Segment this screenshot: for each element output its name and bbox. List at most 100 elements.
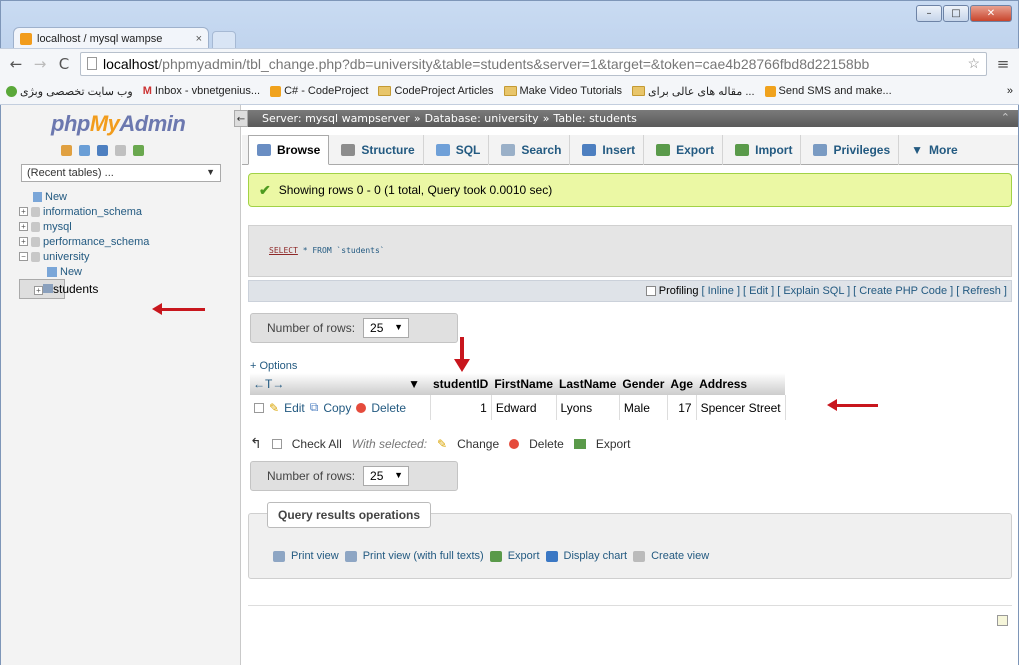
column-header-gender[interactable]: Gender bbox=[619, 373, 668, 395]
column-header-age[interactable]: Age bbox=[667, 373, 697, 395]
pencil-icon: ✎ bbox=[437, 436, 448, 451]
tab-more[interactable]: ▼ More bbox=[903, 135, 966, 165]
number-of-rows-label: Number of rows: bbox=[267, 321, 356, 335]
expand-icon[interactable]: + bbox=[34, 286, 43, 295]
expand-icon[interactable]: + bbox=[19, 237, 28, 246]
export-icon bbox=[489, 550, 502, 562]
create-php-link[interactable]: [ Create PHP Code ] bbox=[853, 285, 953, 297]
sort-arrow-icon[interactable]: ▼ bbox=[312, 373, 430, 395]
tree-item-information-schema[interactable]: + information_schema bbox=[19, 204, 239, 219]
bookmark-item[interactable]: M Inbox - vbnetgenius... bbox=[143, 85, 260, 97]
collapse-nav-button[interactable]: ← bbox=[234, 110, 248, 127]
sql-keyword[interactable]: SELECT bbox=[269, 246, 298, 255]
cell-firstname[interactable]: Edward bbox=[491, 395, 557, 420]
check-all-checkbox[interactable] bbox=[271, 438, 282, 449]
cell-studentid[interactable]: 1 bbox=[430, 395, 492, 420]
tree-item-students[interactable]: + students bbox=[19, 279, 98, 299]
rows-select[interactable]: 25 ▼ bbox=[363, 318, 410, 338]
tab-close-icon[interactable]: × bbox=[196, 33, 202, 45]
copy-row-link[interactable]: Copy bbox=[323, 401, 351, 415]
create-view-link[interactable]: Create view bbox=[651, 550, 709, 562]
logout-icon[interactable] bbox=[79, 145, 90, 156]
bookmark-item[interactable]: مقاله های عالی برای ... bbox=[632, 85, 755, 98]
delete-row-link[interactable]: Delete bbox=[371, 401, 406, 415]
bookmarks-more-button[interactable]: » bbox=[1007, 85, 1013, 97]
export-link[interactable]: Export bbox=[508, 550, 540, 562]
export-icon bbox=[656, 143, 671, 156]
minimize-button[interactable]: – bbox=[916, 5, 942, 22]
column-header-address[interactable]: Address bbox=[696, 373, 786, 395]
cell-lastname[interactable]: Lyons bbox=[556, 395, 620, 420]
bookmark-item[interactable]: Send SMS and make... bbox=[764, 85, 892, 97]
bookmarks-bar: وب سایت تخصصی وبژی M Inbox - vbnetgenius.… bbox=[0, 78, 1019, 105]
tab-structure[interactable]: Structure bbox=[333, 134, 424, 165]
delete-selected-button[interactable]: Delete bbox=[529, 437, 564, 451]
back-icon[interactable]: ← bbox=[8, 55, 24, 73]
browser-tab[interactable]: localhost / mysql wampse × bbox=[13, 27, 209, 49]
bookmark-item[interactable]: Make Video Tutorials bbox=[503, 85, 622, 97]
forward-icon[interactable]: → bbox=[32, 55, 48, 73]
tab-privileges[interactable]: Privileges bbox=[805, 134, 900, 165]
breadcrumb-database[interactable]: Database: university bbox=[425, 112, 539, 125]
rows-navigation-bottom: Number of rows: 25 ▼ bbox=[250, 461, 458, 491]
sql-tools-bar: Profiling [ Inline ] [ Edit ] [ Explain … bbox=[248, 280, 1012, 302]
tab-import[interactable]: Import bbox=[727, 134, 802, 165]
tree-item-mysql[interactable]: + mysql bbox=[19, 219, 239, 234]
breadcrumb-toggle-icon[interactable]: ⌃ bbox=[1001, 111, 1010, 124]
change-button[interactable]: Change bbox=[457, 437, 499, 451]
menu-icon[interactable]: ≡ bbox=[995, 55, 1011, 73]
tree-item-new-table[interactable]: New bbox=[19, 264, 239, 279]
check-all-label[interactable]: Check All bbox=[292, 437, 342, 451]
column-arrows[interactable]: ←T→ bbox=[250, 373, 312, 395]
bookmark-item[interactable]: وب سایت تخصصی وبژی bbox=[6, 85, 133, 98]
phpmyadmin-logo[interactable]: phpMyAdmin bbox=[51, 111, 186, 137]
maximize-button[interactable]: □ bbox=[943, 5, 969, 22]
bookmark-star-icon[interactable]: ☆ bbox=[967, 55, 980, 72]
close-window-button[interactable]: ✕ bbox=[970, 5, 1012, 22]
inline-link[interactable]: [ Inline ] bbox=[701, 285, 740, 297]
cell-address[interactable]: Spencer Street bbox=[696, 395, 786, 420]
tab-export[interactable]: Export bbox=[648, 134, 724, 165]
expand-icon[interactable]: + bbox=[19, 207, 28, 216]
refresh-link[interactable]: [ Refresh ] bbox=[956, 285, 1007, 297]
dropdown-arrow-icon: ▼ bbox=[911, 142, 924, 157]
rows-select[interactable]: 25 ▼ bbox=[363, 466, 410, 486]
console-toggle-icon[interactable] bbox=[997, 615, 1008, 626]
print-view-link[interactable]: Print view bbox=[291, 550, 339, 562]
expand-icon[interactable]: + bbox=[19, 222, 28, 231]
cell-gender[interactable]: Male bbox=[619, 395, 668, 420]
collapse-icon[interactable]: − bbox=[19, 252, 28, 261]
options-link[interactable]: + Options bbox=[250, 360, 297, 372]
bookmark-item[interactable]: C# - CodeProject bbox=[270, 85, 368, 97]
home-icon[interactable] bbox=[61, 145, 72, 156]
tab-insert[interactable]: Insert bbox=[574, 134, 645, 165]
tab-sql[interactable]: SQL bbox=[428, 134, 490, 165]
breadcrumb-table[interactable]: Table: students bbox=[553, 112, 636, 125]
query-icon[interactable] bbox=[97, 145, 108, 156]
tree-item-new[interactable]: New bbox=[19, 189, 239, 204]
new-tab-button[interactable] bbox=[212, 31, 236, 49]
export-selected-button[interactable]: Export bbox=[596, 437, 631, 451]
edit-row-link[interactable]: Edit bbox=[284, 401, 305, 415]
cell-age[interactable]: 17 bbox=[667, 395, 697, 420]
docs-icon[interactable] bbox=[115, 145, 126, 156]
bookmark-item[interactable]: CodeProject Articles bbox=[378, 85, 494, 97]
tree-item-performance-schema[interactable]: + performance_schema bbox=[19, 234, 239, 249]
profiling-checkbox[interactable] bbox=[645, 286, 656, 296]
row-checkbox[interactable] bbox=[254, 402, 264, 413]
column-header-studentid[interactable]: studentID bbox=[430, 373, 492, 395]
display-chart-link[interactable]: Display chart bbox=[564, 550, 628, 562]
tab-browse[interactable]: Browse bbox=[248, 134, 330, 165]
tree-item-university[interactable]: − university bbox=[19, 249, 239, 264]
print-full-link[interactable]: Print view (with full texts) bbox=[363, 550, 484, 562]
tab-search[interactable]: Search bbox=[493, 134, 571, 165]
explain-sql-link[interactable]: [ Explain SQL ] bbox=[777, 285, 850, 297]
column-header-lastname[interactable]: LastName bbox=[556, 373, 620, 395]
recent-tables-select[interactable]: (Recent tables) ... ▼ bbox=[21, 164, 221, 182]
address-bar[interactable]: localhost/phpmyadmin/tbl_change.php?db=u… bbox=[80, 51, 987, 76]
edit-link[interactable]: [ Edit ] bbox=[743, 285, 774, 297]
breadcrumb-server[interactable]: Server: mysql wampserver bbox=[262, 112, 410, 125]
settings-icon[interactable] bbox=[133, 145, 144, 156]
reload-icon[interactable]: C bbox=[56, 55, 72, 73]
column-header-firstname[interactable]: FirstName bbox=[491, 373, 557, 395]
